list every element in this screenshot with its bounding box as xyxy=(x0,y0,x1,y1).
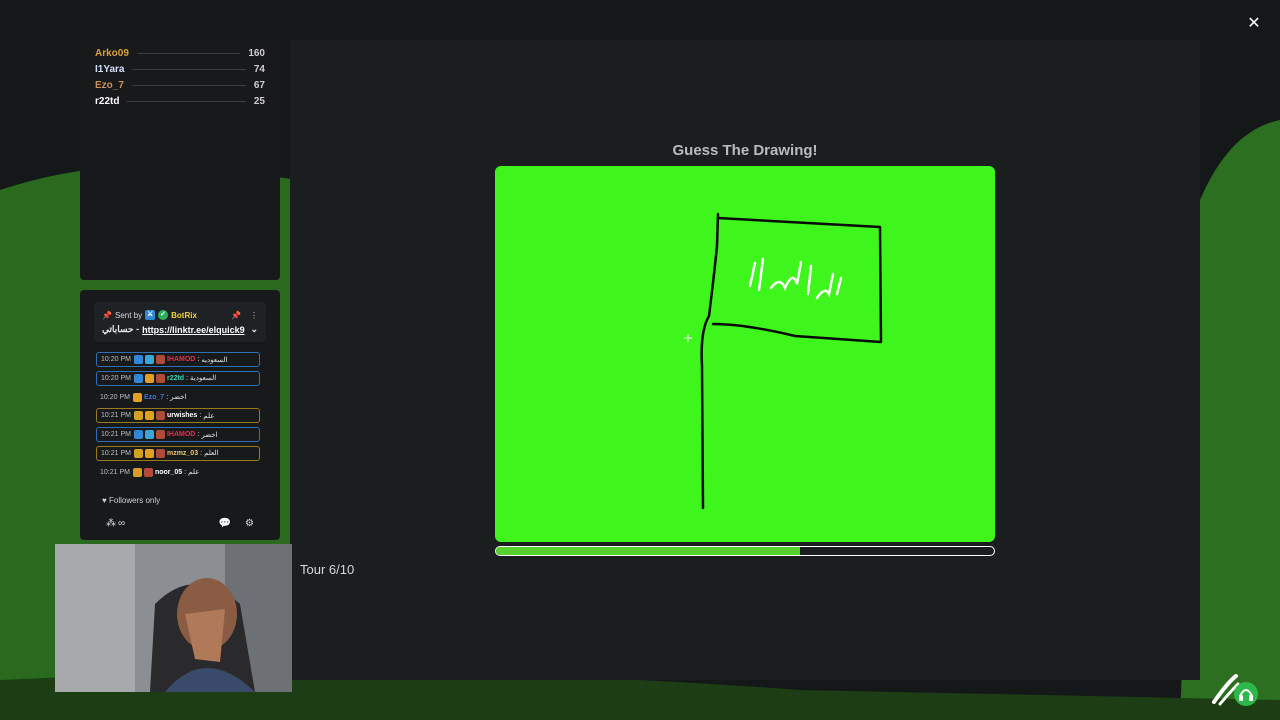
user-badge-icon xyxy=(132,392,142,402)
close-icon[interactable]: ✕ xyxy=(1246,14,1262,34)
message-separator: : xyxy=(197,431,200,439)
game-title: Guess The Drawing! xyxy=(672,142,818,159)
user-badge-icon xyxy=(133,373,143,383)
user-badge-icon xyxy=(133,411,143,421)
message-time: 10:21 PM xyxy=(101,431,131,439)
chat-message: 10:20 PM IHAMOD: السعوديه xyxy=(96,352,260,367)
chat-message: 10:21 PM urwishes: علم xyxy=(96,408,260,424)
message-username[interactable]: IHAMOD xyxy=(167,356,195,363)
message-text: علم xyxy=(188,469,200,477)
verified-icon: ✓ xyxy=(158,310,169,320)
message-text: علم xyxy=(203,412,215,420)
user-badge-icon xyxy=(144,355,154,364)
message-text: اخضر xyxy=(201,431,218,439)
user-badge-icon xyxy=(155,355,165,364)
chat-message: 10:20 PM r22td: السعودية xyxy=(96,370,260,386)
player-score: 160 xyxy=(248,47,265,59)
message-username[interactable]: urwishes xyxy=(167,412,197,419)
user-badge-icon xyxy=(133,355,143,364)
message-time: 10:21 PM xyxy=(101,412,131,420)
user-badge-icon xyxy=(132,467,142,477)
moderator-badge-icon: ⚔ xyxy=(145,310,156,320)
user-badge-icon xyxy=(155,411,165,421)
webcam-feed xyxy=(55,544,292,692)
message-text: اخضر xyxy=(170,394,187,402)
message-username[interactable]: r22td xyxy=(167,375,184,382)
sent-by-label: Sent by xyxy=(114,310,143,320)
player-name: Ezo_7 xyxy=(95,79,124,91)
player-name: Arko09 xyxy=(95,47,129,59)
pinned-message[interactable]: 📌 Sent by ⚔ ✓ BotRix 📌 ⋮ حساباتي - https… xyxy=(94,302,266,342)
chevron-down-icon[interactable]: ⌄ xyxy=(250,324,258,335)
chat-message: 10:20 PM Ezo_7: اخضر xyxy=(96,390,260,405)
users-icon[interactable]: ⁂ xyxy=(106,518,116,529)
leaderboard-divider xyxy=(131,84,246,86)
chat-message: 10:21 PM mzmz_03: العلم xyxy=(96,445,260,461)
message-time: 10:20 PM xyxy=(101,374,131,382)
chat-message-list: 10:20 PM IHAMOD: السعوديه 10:20 PM r22td: الس… xyxy=(96,352,260,484)
message-time: 10:20 PM xyxy=(101,356,131,363)
canvas-background xyxy=(495,166,995,542)
message-username[interactable]: Ezo_7 xyxy=(144,394,164,401)
user-badge-icon xyxy=(144,373,154,383)
leaderboard-row: r22td 25 xyxy=(95,93,265,109)
message-separator: : xyxy=(184,468,187,476)
user-badge-icon xyxy=(143,467,153,477)
player-score: 25 xyxy=(253,95,265,107)
player-score: 74 xyxy=(253,63,265,75)
player-name: I1Yara xyxy=(95,63,125,75)
brand-logo-icon[interactable] xyxy=(1210,672,1260,708)
drawing-canvas[interactable] xyxy=(495,166,995,542)
chat-message: 10:21 PM IHAMOD: اخضر xyxy=(96,427,260,443)
bot-name: BotRix xyxy=(171,310,197,320)
message-time: 10:21 PM xyxy=(100,468,130,476)
leaderboard-divider xyxy=(136,52,241,54)
chat-message: 10:21 PM noor_05: علم xyxy=(96,465,260,480)
user-badge-icon xyxy=(155,448,165,458)
more-vertical-icon[interactable]: ⋮ xyxy=(250,311,258,320)
message-username[interactable]: mzmz_03 xyxy=(167,450,198,457)
player-score: 67 xyxy=(253,79,265,91)
round-timer-fill xyxy=(496,547,800,555)
message-separator: : xyxy=(200,449,203,457)
message-separator: : xyxy=(186,374,189,382)
pin-icon: 📌 xyxy=(102,310,112,320)
pin-action-icon[interactable]: 📌 xyxy=(231,311,241,320)
heart-icon: ♥ xyxy=(102,496,107,505)
leaderboard-divider xyxy=(132,68,246,70)
message-username[interactable]: IHAMOD xyxy=(167,431,195,438)
user-badge-icon xyxy=(155,373,165,383)
leaderboard: Arko09 160 I1Yara 74 Ezo_7 67 r22td 25 xyxy=(80,40,280,280)
user-badge-icon xyxy=(133,430,143,440)
round-counter: Tour 6/10 xyxy=(300,562,355,577)
leaderboard-row: Ezo_7 67 xyxy=(95,77,265,93)
user-badge-icon xyxy=(155,430,165,440)
pinned-link[interactable]: https://linktr.ee/elquick9 xyxy=(142,325,245,335)
message-time: 10:21 PM xyxy=(101,449,131,457)
player-name: r22td xyxy=(95,95,120,107)
message-text: السعوديه xyxy=(201,356,228,364)
followers-only-notice: ♥ Followers only xyxy=(102,496,160,505)
message-separator: : xyxy=(199,412,202,420)
message-separator: : xyxy=(166,393,169,401)
leaderboard-row: Arko09 160 xyxy=(95,45,265,61)
gear-icon[interactable]: ⚙ xyxy=(245,518,254,529)
leaderboard-divider xyxy=(127,100,246,102)
message-text: العلم xyxy=(204,450,219,458)
viewer-count: ∞ xyxy=(118,518,126,529)
followers-only-label: Followers only xyxy=(108,496,161,505)
message-username[interactable]: noor_05 xyxy=(155,469,182,476)
user-badge-icon xyxy=(133,448,143,458)
chat-panel: 📌 Sent by ⚔ ✓ BotRix 📌 ⋮ حساباتي - https… xyxy=(80,290,280,540)
pinned-prefix: حساباتي - xyxy=(102,324,140,334)
message-text: السعودية xyxy=(190,375,217,383)
user-badge-icon xyxy=(144,411,154,421)
user-badge-icon xyxy=(144,430,154,440)
chat-bubble-icon[interactable]: 💬 xyxy=(219,518,231,529)
user-badge-icon xyxy=(144,448,154,458)
leaderboard-row: I1Yara 74 xyxy=(95,61,265,77)
message-separator: : xyxy=(197,356,200,363)
message-time: 10:20 PM xyxy=(100,393,130,401)
round-timer-bar xyxy=(495,546,995,556)
